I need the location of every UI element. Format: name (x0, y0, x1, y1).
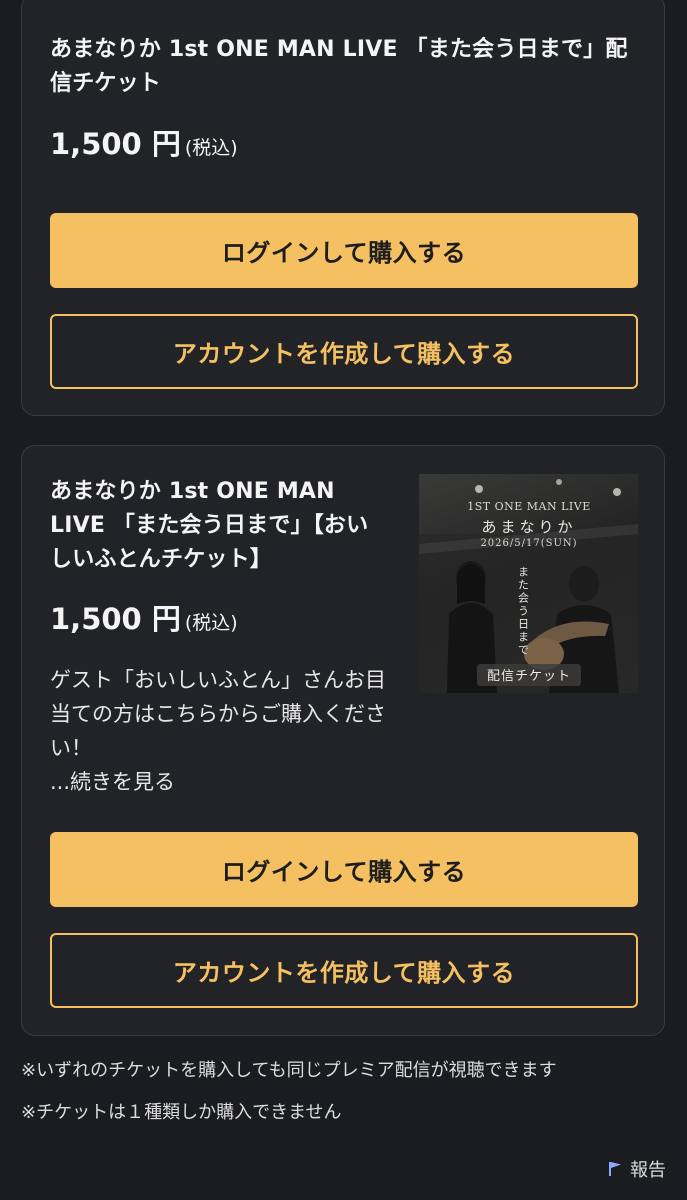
ticket-price: 1,500 円 (税込) (50, 596, 238, 638)
ticket-card: あまなりか 1st ONE MAN LIVE 「また会う日まで」配信チケット 1… (21, 0, 665, 416)
thumbnail-line2: あまなりか (481, 518, 576, 536)
ticket-description: ゲスト「おいしいふとん」さんお目当ての方はこちらからご購入ください！ ...続き… (50, 663, 395, 799)
thumbnail-line3: 2026/5/17(SUN) (480, 538, 577, 549)
login-purchase-button[interactable]: ログインして購入する (50, 213, 638, 288)
thumbnail-artwork: 1ST ONE MAN LIVE あまなりか 2026/5/17(SUN) また… (419, 479, 638, 693)
report-label: 報告 (630, 1160, 666, 1181)
read-more-link[interactable]: ...続きを見る (50, 765, 395, 799)
thumbnail-vertical-title: また会う日まで (517, 566, 530, 657)
signup-purchase-button[interactable]: アカウントを作成して購入する (50, 314, 638, 389)
ticket-page: あまなりか 1st ONE MAN LIVE 「また会う日まで」配信チケット 1… (0, 0, 687, 1200)
login-purchase-button[interactable]: ログインして購入する (50, 832, 638, 907)
ticket-thumbnail[interactable]: 1ST ONE MAN LIVE あまなりか 2026/5/17(SUN) また… (419, 474, 638, 693)
thumbnail-line1: 1ST ONE MAN LIVE (467, 500, 591, 513)
description-text: ゲスト「おいしいふとん」さんお目当ての方はこちらからご購入ください！ (50, 668, 386, 760)
tax-note: (税込) (184, 137, 238, 159)
price-amount: 1,500 円 (50, 127, 181, 161)
signup-purchase-button[interactable]: アカウントを作成して購入する (50, 933, 638, 1008)
thumbnail-badge: 配信チケット (487, 669, 571, 684)
flag-icon (608, 1161, 622, 1177)
ticket-note: ※チケットは１種類しか購入できません (21, 1102, 342, 1123)
tax-note: (税込) (184, 612, 238, 634)
ticket-title: あまなりか 1st ONE MAN LIVE 「また会う日まで」【おいしいふとん… (50, 479, 369, 572)
report-link[interactable]: 報告 (608, 1156, 666, 1182)
ticket-note: ※いずれのチケットを購入しても同じプレミア配信が視聴できます (21, 1060, 557, 1081)
ticket-title: あまなりか 1st ONE MAN LIVE 「また会う日まで」配信チケット (50, 37, 628, 96)
price-amount: 1,500 円 (50, 602, 181, 636)
ticket-price: 1,500 円 (税込) (50, 121, 238, 163)
ticket-card: あまなりか 1st ONE MAN LIVE 「また会う日まで」【おいしいふとん… (21, 445, 665, 1036)
